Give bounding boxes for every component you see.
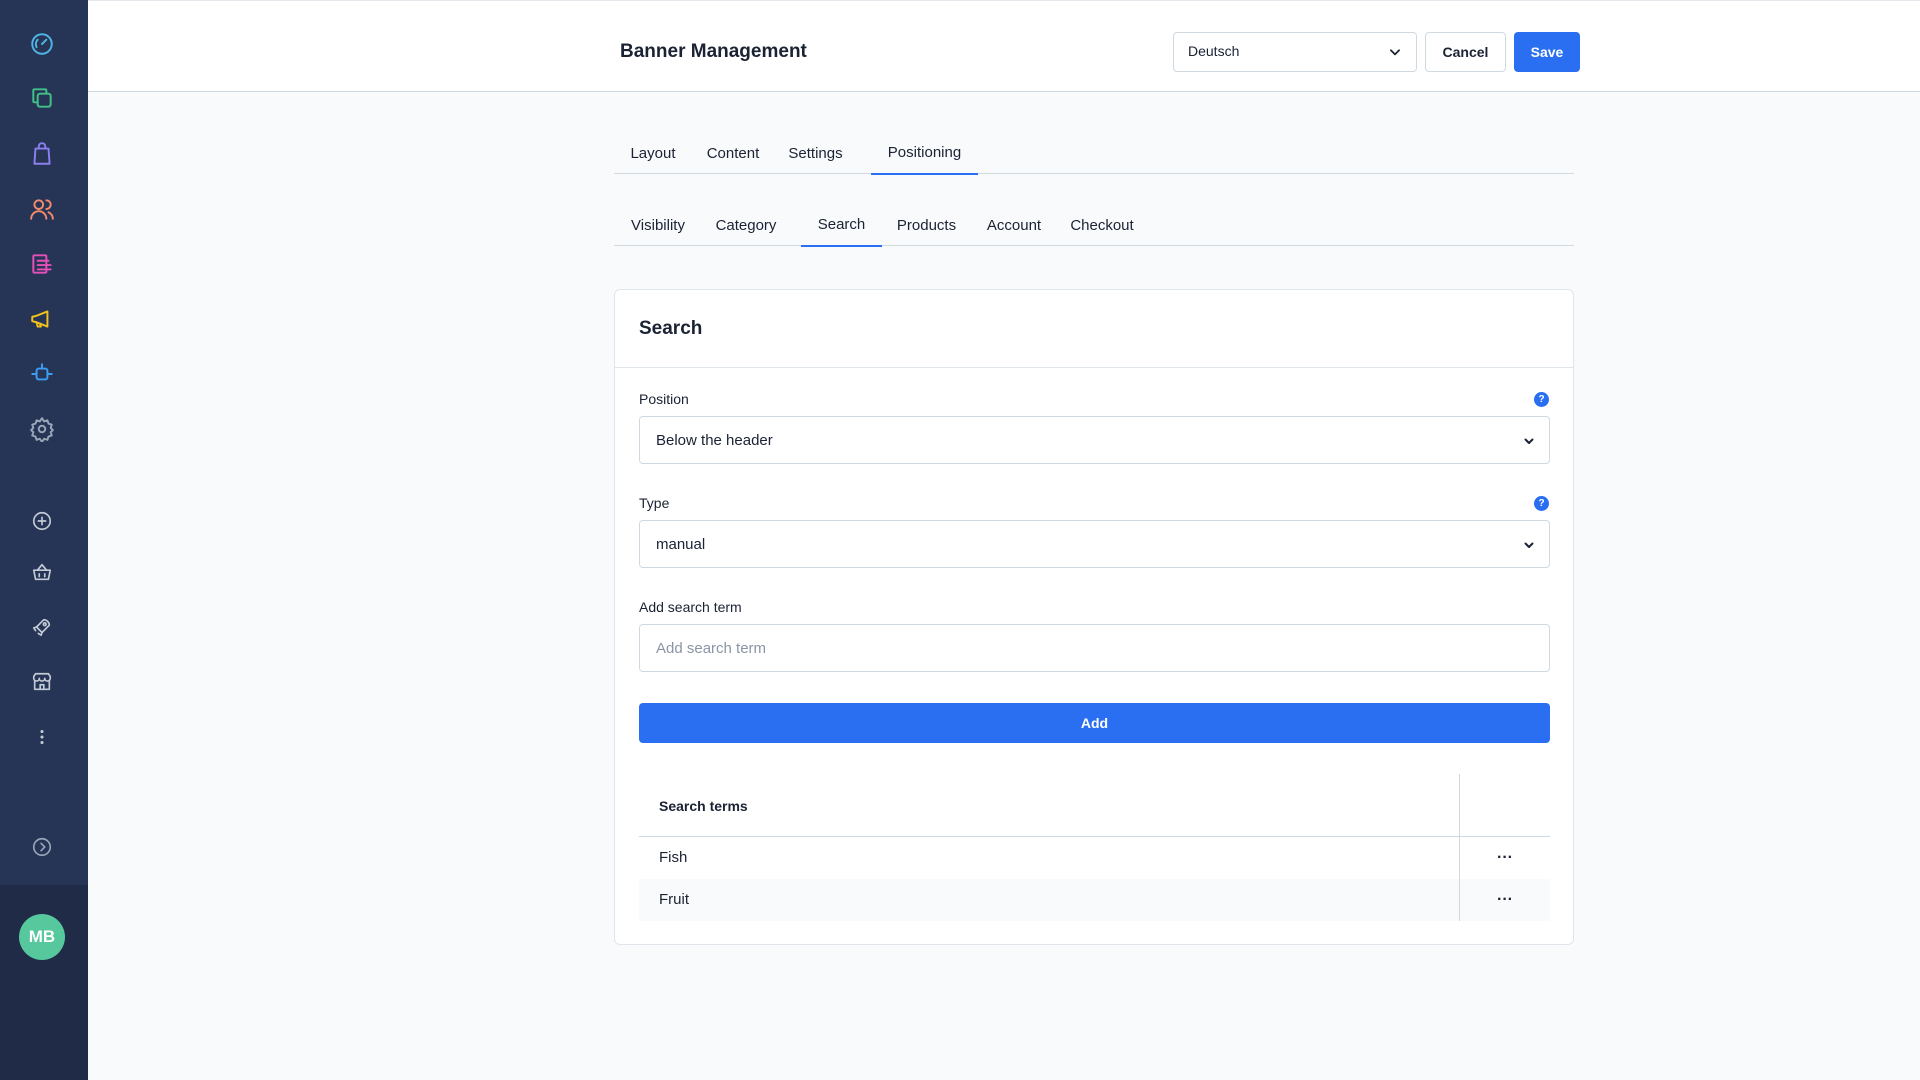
column-divider xyxy=(1459,837,1460,879)
sidebar: MB xyxy=(0,0,88,1080)
extensions-icon[interactable] xyxy=(26,358,58,390)
tab-content[interactable]: Content xyxy=(693,132,773,174)
column-header-search-terms: Search terms xyxy=(659,798,748,814)
top-bar: Banner Management Deutsch Cancel Save xyxy=(88,0,1920,92)
catalogues-icon[interactable] xyxy=(26,82,58,114)
search-term-cell: Fruit xyxy=(659,891,689,908)
avatar[interactable]: MB xyxy=(19,914,65,960)
search-terms-table: Search terms Fish ··· Fruit ··· xyxy=(639,774,1550,921)
type-select[interactable]: manual xyxy=(639,520,1550,568)
search-card: Search Position ? Below the header Type … xyxy=(614,289,1574,945)
dashboard-icon[interactable] xyxy=(26,28,58,60)
chevron-down-icon xyxy=(1390,49,1400,56)
tab-account[interactable]: Account xyxy=(971,204,1057,246)
row-actions-icon[interactable]: ··· xyxy=(1493,891,1517,909)
basket-icon[interactable] xyxy=(26,556,58,588)
column-divider xyxy=(1459,879,1460,921)
customers-icon[interactable] xyxy=(26,193,58,225)
add-icon[interactable] xyxy=(26,505,58,537)
tab-settings[interactable]: Settings xyxy=(773,132,858,174)
marketing-icon[interactable] xyxy=(26,303,58,335)
settings-icon[interactable] xyxy=(26,413,58,445)
type-help-icon[interactable]: ? xyxy=(1534,496,1549,511)
store-icon[interactable] xyxy=(26,666,58,698)
tab-layout[interactable]: Layout xyxy=(614,132,692,174)
position-label: Position xyxy=(639,391,689,407)
row-actions-icon[interactable]: ··· xyxy=(1493,849,1517,867)
search-term-label: Add search term xyxy=(639,599,742,615)
position-help-icon[interactable]: ? xyxy=(1534,392,1549,407)
rocket-icon[interactable] xyxy=(26,611,58,643)
tab-products[interactable]: Products xyxy=(882,204,971,246)
type-select-value: manual xyxy=(656,535,706,553)
card-header: Search xyxy=(615,290,1573,368)
main-tabs: Layout Content Settings Positioning xyxy=(614,132,1574,175)
chevron-down-icon xyxy=(1524,438,1534,444)
tab-search[interactable]: Search xyxy=(801,204,882,247)
language-select-value: Deutsch xyxy=(1188,43,1240,59)
table-header-row: Search terms xyxy=(639,774,1550,837)
card-title: Search xyxy=(639,317,703,339)
column-divider xyxy=(1459,774,1460,836)
content-icon[interactable] xyxy=(26,248,58,280)
orders-icon[interactable] xyxy=(26,138,58,170)
expand-icon[interactable] xyxy=(26,831,58,863)
table-row: Fruit ··· xyxy=(639,879,1550,921)
search-term-input[interactable]: Add search term xyxy=(639,624,1550,672)
add-button[interactable]: Add xyxy=(639,703,1550,743)
sub-tabs: Visibility Category Search Products Acco… xyxy=(614,204,1574,247)
chevron-down-icon xyxy=(1524,542,1534,548)
table-row: Fish ··· xyxy=(639,837,1550,879)
type-label: Type xyxy=(639,495,670,511)
sidebar-nav xyxy=(0,0,88,885)
tab-checkout[interactable]: Checkout xyxy=(1057,204,1147,246)
tab-category[interactable]: Category xyxy=(702,204,790,246)
tab-visibility[interactable]: Visibility xyxy=(614,204,702,246)
position-select-value: Below the header xyxy=(656,431,773,449)
position-select[interactable]: Below the header xyxy=(639,416,1550,464)
language-select[interactable]: Deutsch xyxy=(1173,32,1417,72)
search-term-cell: Fish xyxy=(659,849,688,866)
cancel-button[interactable]: Cancel xyxy=(1425,32,1506,72)
search-term-placeholder: Add search term xyxy=(656,639,767,657)
page-title: Banner Management xyxy=(620,41,807,62)
tab-positioning[interactable]: Positioning xyxy=(871,132,978,175)
save-button[interactable]: Save xyxy=(1514,32,1580,72)
more-icon[interactable] xyxy=(26,721,58,753)
